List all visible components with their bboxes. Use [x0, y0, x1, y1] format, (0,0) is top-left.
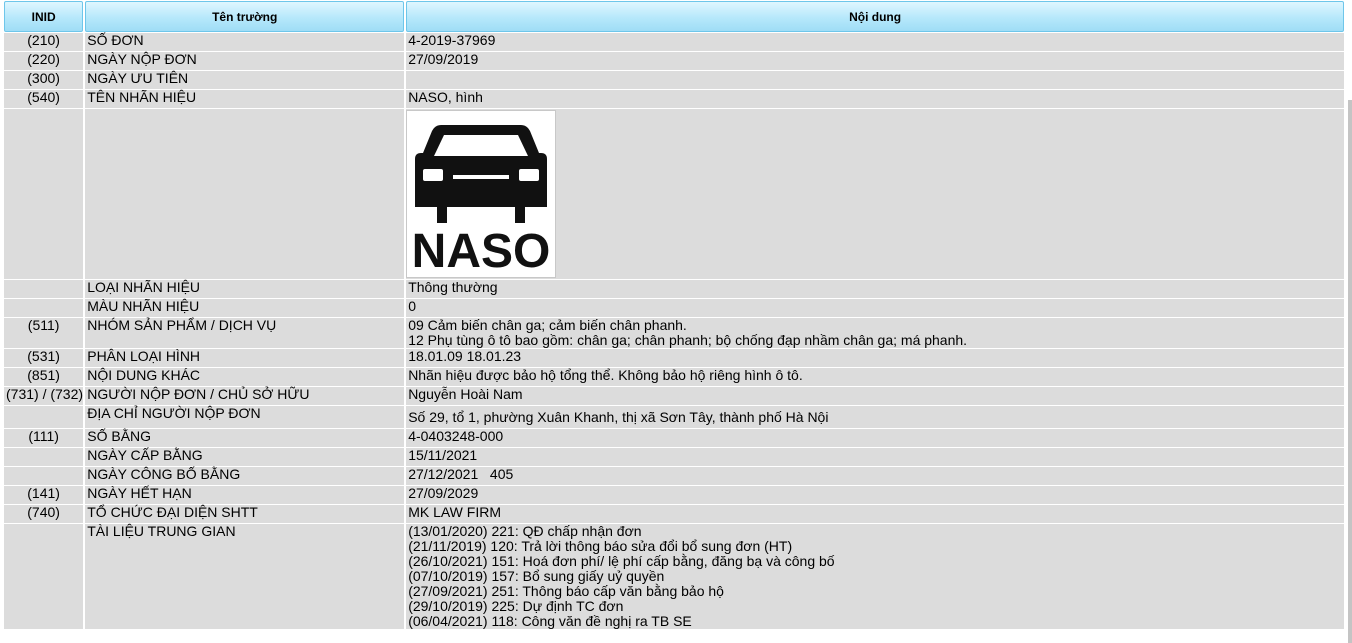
value-cell: Nguyễn Hoài Nam: [406, 387, 1344, 405]
table-row: (531) PHÂN LOẠI HÌNH 18.01.09 18.01.23: [4, 349, 1344, 367]
inid-cell: (540): [4, 90, 84, 108]
table-row: (511) NHÓM SẢN PHẨM / DỊCH VỤ 09 Cảm biế…: [4, 318, 1344, 348]
value-cell: 27/12/2021 405: [406, 467, 1344, 485]
field-cell: NGÀY HẾT HẠN: [85, 486, 405, 504]
document-line: (21/11/2019) 120: Trả lời thông báo sửa …: [408, 538, 793, 554]
inid-cell: [4, 299, 84, 317]
table-row: (141) NGÀY HẾT HẠN 27/09/2029: [4, 486, 1344, 504]
inid-cell: [4, 448, 84, 466]
field-cell: TÊN NHÃN HIỆU: [85, 90, 405, 108]
inid-cell: (731) / (732): [4, 387, 84, 405]
header-row: INID Tên trường Nội dung: [4, 1, 1344, 32]
table-row: LOẠI NHÃN HIỆU Thông thường: [4, 280, 1344, 298]
field-cell: PHÂN LOẠI HÌNH: [85, 349, 405, 367]
value-cell: 15/11/2021: [406, 448, 1344, 466]
inid-cell: [4, 109, 84, 279]
mark-image-cell: NASO: [406, 109, 1344, 279]
document-line: (13/01/2020) 221: QĐ chấp nhận đơn: [408, 523, 642, 539]
table-row: (300) NGÀY ƯU TIÊN: [4, 71, 1344, 89]
field-cell: SỐ BẰNG: [85, 429, 405, 447]
trademark-logo: NASO: [406, 110, 557, 278]
field-cell: NGÀY CÔNG BỐ BẰNG: [85, 467, 405, 485]
header-field[interactable]: Tên trường: [85, 1, 405, 32]
inid-cell: [4, 280, 84, 298]
value-cell: 18.01.09 18.01.23: [406, 349, 1344, 367]
inid-cell: [4, 524, 84, 629]
field-cell: NGÀY CẤP BẰNG: [85, 448, 405, 466]
inid-cell: (531): [4, 349, 84, 367]
table-row: (851) NỘI DUNG KHÁC Nhãn hiệu được bảo h…: [4, 368, 1344, 386]
inid-cell: [4, 467, 84, 485]
header-inid[interactable]: INID: [4, 1, 84, 32]
mark-image-row: NASO: [4, 109, 1344, 279]
table-row: (740) TỔ CHỨC ĐẠI DIỆN SHTT MK LAW FIRM: [4, 505, 1344, 523]
table-row: (210) SỐ ĐƠN 4-2019-37969: [4, 33, 1344, 51]
field-cell: NGÀY NỘP ĐƠN: [85, 52, 405, 70]
vertical-scrollbar[interactable]: [1348, 100, 1352, 643]
inid-cell: (511): [4, 318, 84, 348]
field-cell: [85, 109, 405, 279]
table-row: (731) / (732) NGƯỜI NỘP ĐƠN / CHỦ SỞ HỮU…: [4, 387, 1344, 405]
car-front-icon: NASO: [412, 125, 551, 278]
inid-cell: [4, 406, 84, 428]
document-line: (29/10/2019) 225: Dự định TC đơn: [408, 598, 624, 614]
document-line: (07/10/2019) 157: Bổ sung giấy uỷ quyền: [408, 568, 665, 584]
value-cell: 4-2019-37969: [406, 33, 1344, 51]
table-row: NGÀY CÔNG BỐ BẰNG 27/12/2021 405: [4, 467, 1344, 485]
value-cell: [406, 71, 1344, 89]
table-row: TÀI LIỆU TRUNG GIAN (13/01/2020) 221: QĐ…: [4, 524, 1344, 629]
value-cell: 4-0403248-000: [406, 429, 1344, 447]
inid-cell: (851): [4, 368, 84, 386]
field-cell: NGƯỜI NỘP ĐƠN / CHỦ SỞ HỮU: [85, 387, 405, 405]
field-cell: NGÀY ƯU TIÊN: [85, 71, 405, 89]
table-row: (111) SỐ BẰNG 4-0403248-000: [4, 429, 1344, 447]
header-content[interactable]: Nội dung: [406, 1, 1344, 32]
value-cell: Thông thường: [406, 280, 1344, 298]
table-row: NGÀY CẤP BẰNG 15/11/2021: [4, 448, 1344, 466]
value-cell: Nhãn hiệu được bảo hộ tổng thể. Không bả…: [406, 368, 1344, 386]
table-row: ĐỊA CHỈ NGƯỜI NỘP ĐƠN Số 29, tổ 1, phườn…: [4, 406, 1344, 428]
value-cell: NASO, hình: [406, 90, 1344, 108]
document-line: (26/10/2021) 151: Hoá đơn phí/ lệ phí cấ…: [408, 553, 835, 569]
value-cell: 09 Cảm biến chân ga; cảm biến chân phanh…: [406, 318, 1344, 348]
inid-cell: (141): [4, 486, 84, 504]
field-cell: TÀI LIỆU TRUNG GIAN: [85, 524, 405, 629]
logo-wordmark: NASO: [412, 225, 551, 277]
value-cell: 27/09/2019: [406, 52, 1344, 70]
inid-cell: (111): [4, 429, 84, 447]
value-cell: (13/01/2020) 221: QĐ chấp nhận đơn (21/1…: [406, 524, 1344, 629]
trademark-detail-table: INID Tên trường Nội dung (210) SỐ ĐƠN 4-…: [2, 0, 1346, 630]
field-cell: NHÓM SẢN PHẨM / DỊCH VỤ: [85, 318, 405, 348]
document-line: (27/09/2021) 251: Thông báo cấp văn bằng…: [408, 583, 724, 599]
goods-line: 12 Phụ tùng ô tô bao gồm: chân ga; chân …: [408, 332, 968, 348]
field-cell: SỐ ĐƠN: [85, 33, 405, 51]
field-cell: NỘI DUNG KHÁC: [85, 368, 405, 386]
table-row: (220) NGÀY NỘP ĐƠN 27/09/2019: [4, 52, 1344, 70]
table-row: (540) TÊN NHÃN HIỆU NASO, hình: [4, 90, 1344, 108]
goods-line: 09 Cảm biến chân ga; cảm biến chân phanh…: [408, 317, 687, 333]
inid-cell: (220): [4, 52, 84, 70]
table-row: MÀU NHÃN HIỆU 0: [4, 299, 1344, 317]
field-cell: MÀU NHÃN HIỆU: [85, 299, 405, 317]
document-line: (06/04/2021) 118: Công văn đề nghị ra TB…: [408, 613, 692, 629]
field-cell: LOẠI NHÃN HIỆU: [85, 280, 405, 298]
inid-cell: (300): [4, 71, 84, 89]
value-cell: 27/09/2029: [406, 486, 1344, 504]
value-cell: Số 29, tổ 1, phường Xuân Khanh, thị xã S…: [406, 406, 1344, 428]
inid-cell: (210): [4, 33, 84, 51]
field-cell: ĐỊA CHỈ NGƯỜI NỘP ĐƠN: [85, 406, 405, 428]
value-cell: 0: [406, 299, 1344, 317]
value-cell: MK LAW FIRM: [406, 505, 1344, 523]
field-cell: TỔ CHỨC ĐẠI DIỆN SHTT: [85, 505, 405, 523]
inid-cell: (740): [4, 505, 84, 523]
